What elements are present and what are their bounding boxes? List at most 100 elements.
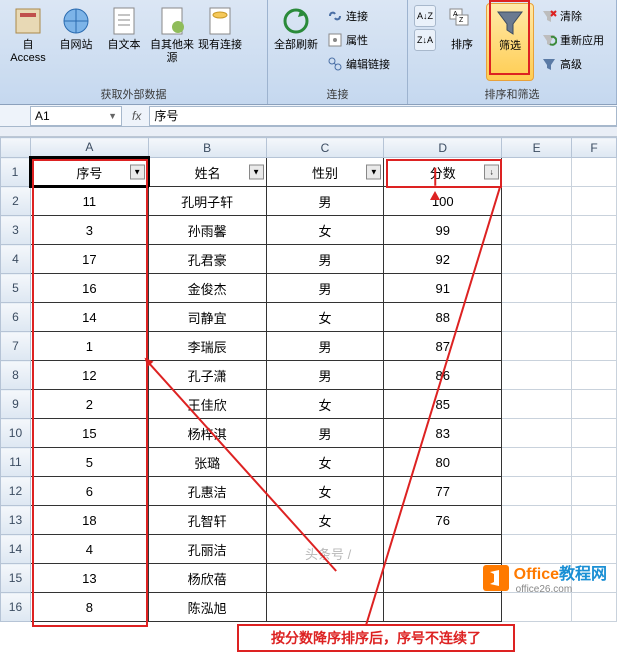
sort-asc-button[interactable]: A↓Z: [414, 5, 436, 27]
from-access-button[interactable]: 自 Access: [4, 3, 52, 81]
cell[interactable]: 80: [384, 448, 502, 477]
cell[interactable]: 17: [30, 245, 148, 274]
cell[interactable]: [572, 477, 617, 506]
reapply-button[interactable]: 重新应用: [537, 29, 608, 51]
cell[interactable]: 序号▼: [30, 158, 148, 187]
cell[interactable]: 陈泓旭: [148, 593, 266, 622]
existing-connections-button[interactable]: 现有连接: [196, 3, 244, 81]
col-header-c[interactable]: C: [266, 138, 384, 158]
cell[interactable]: 12: [30, 361, 148, 390]
cell[interactable]: [572, 216, 617, 245]
cell[interactable]: 男: [266, 245, 384, 274]
cell[interactable]: 14: [30, 303, 148, 332]
cell[interactable]: [572, 390, 617, 419]
row-header[interactable]: 5: [1, 274, 31, 303]
cell[interactable]: [572, 303, 617, 332]
from-text-button[interactable]: 自文本: [100, 3, 148, 81]
cell[interactable]: [572, 187, 617, 216]
from-other-button[interactable]: 自其他来源: [148, 3, 196, 81]
cell[interactable]: [572, 361, 617, 390]
filter-dropdown-icon[interactable]: ▼: [249, 165, 264, 180]
name-box[interactable]: ▼: [30, 106, 122, 126]
properties-button[interactable]: 属性: [323, 29, 394, 51]
cell[interactable]: [572, 593, 617, 622]
col-header-a[interactable]: A: [30, 138, 148, 158]
cell[interactable]: [572, 448, 617, 477]
fx-icon[interactable]: fx: [132, 109, 141, 123]
formula-bar[interactable]: 序号: [149, 106, 617, 126]
cell[interactable]: 87: [384, 332, 502, 361]
cell[interactable]: 85: [384, 390, 502, 419]
cell[interactable]: 男: [266, 419, 384, 448]
cell[interactable]: 女: [266, 216, 384, 245]
cell[interactable]: 5: [30, 448, 148, 477]
cell[interactable]: 2: [30, 390, 148, 419]
advanced-button[interactable]: 高级: [537, 53, 608, 75]
cell[interactable]: [502, 245, 572, 274]
select-all-corner[interactable]: [1, 138, 31, 158]
cell[interactable]: 4: [30, 535, 148, 564]
cell[interactable]: 孔君豪: [148, 245, 266, 274]
row-header[interactable]: 16: [1, 593, 31, 622]
row-header[interactable]: 7: [1, 332, 31, 361]
filter-dropdown-icon[interactable]: ▼: [130, 165, 145, 180]
from-web-button[interactable]: 自网站: [52, 3, 100, 81]
cell[interactable]: 100: [384, 187, 502, 216]
row-header[interactable]: 4: [1, 245, 31, 274]
cell[interactable]: [502, 274, 572, 303]
cell[interactable]: 姓名▼: [148, 158, 266, 187]
col-header-d[interactable]: D: [384, 138, 502, 158]
cell[interactable]: 女: [266, 477, 384, 506]
cell[interactable]: [572, 506, 617, 535]
cell[interactable]: 13: [30, 564, 148, 593]
cell[interactable]: [502, 361, 572, 390]
row-header[interactable]: 10: [1, 419, 31, 448]
clear-filter-button[interactable]: 清除: [537, 5, 608, 27]
cell[interactable]: 92: [384, 245, 502, 274]
cell[interactable]: 男: [266, 361, 384, 390]
cell[interactable]: 1: [30, 332, 148, 361]
cell[interactable]: [502, 390, 572, 419]
row-header[interactable]: 14: [1, 535, 31, 564]
cell[interactable]: [502, 158, 572, 187]
cell[interactable]: [502, 448, 572, 477]
row-header[interactable]: 11: [1, 448, 31, 477]
cell[interactable]: 3: [30, 216, 148, 245]
row-header[interactable]: 9: [1, 390, 31, 419]
cell[interactable]: 91: [384, 274, 502, 303]
cell[interactable]: [502, 332, 572, 361]
cell[interactable]: [266, 564, 384, 593]
cell[interactable]: 76: [384, 506, 502, 535]
cell[interactable]: 王佳欣: [148, 390, 266, 419]
sort-desc-button[interactable]: Z↓A: [414, 29, 436, 51]
cell[interactable]: 女: [266, 448, 384, 477]
cell[interactable]: 15: [30, 419, 148, 448]
col-header-b[interactable]: B: [148, 138, 266, 158]
cell[interactable]: 孔子潇: [148, 361, 266, 390]
refresh-all-button[interactable]: 全部刷新: [272, 3, 320, 81]
cell[interactable]: 杨欣蓓: [148, 564, 266, 593]
cell[interactable]: 女: [266, 303, 384, 332]
cell[interactable]: [502, 593, 572, 622]
filter-dropdown-icon[interactable]: ↓: [484, 165, 499, 180]
cell[interactable]: 男: [266, 332, 384, 361]
filter-button[interactable]: 筛选: [486, 3, 534, 81]
cell[interactable]: 18: [30, 506, 148, 535]
col-header-f[interactable]: F: [572, 138, 617, 158]
cell[interactable]: 8: [30, 593, 148, 622]
cell[interactable]: 99: [384, 216, 502, 245]
cell[interactable]: 李瑞辰: [148, 332, 266, 361]
row-header[interactable]: 13: [1, 506, 31, 535]
name-box-dropdown-icon[interactable]: ▼: [108, 111, 117, 121]
row-header[interactable]: 2: [1, 187, 31, 216]
cell[interactable]: 88: [384, 303, 502, 332]
cell[interactable]: 83: [384, 419, 502, 448]
cell[interactable]: [502, 303, 572, 332]
row-header[interactable]: 8: [1, 361, 31, 390]
cell[interactable]: 孙雨馨: [148, 216, 266, 245]
cell[interactable]: [572, 332, 617, 361]
cell[interactable]: 张璐: [148, 448, 266, 477]
cell[interactable]: 金俊杰: [148, 274, 266, 303]
cell[interactable]: [572, 274, 617, 303]
col-header-e[interactable]: E: [502, 138, 572, 158]
